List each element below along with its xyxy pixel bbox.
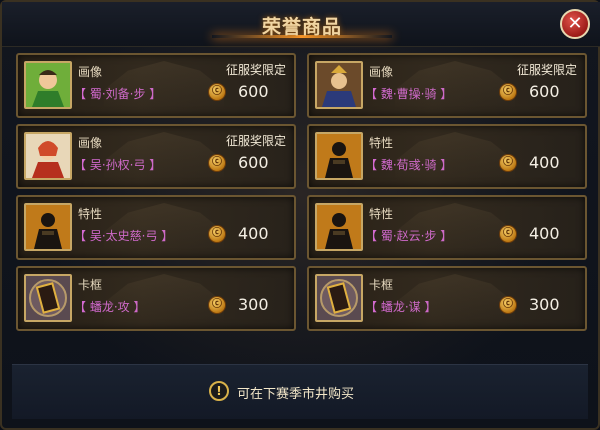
close-icon: ✕ bbox=[567, 13, 583, 34]
cao-cao-portrait bbox=[315, 61, 363, 109]
item-type: 特性 bbox=[369, 207, 394, 221]
item-type: 画像 bbox=[78, 136, 103, 150]
item-name: 【 吴·孙权·弓 】 bbox=[74, 158, 162, 172]
shop-item-card[interactable]: 特性【 蜀·赵云·步 】 ⓒ 400 bbox=[307, 195, 587, 260]
item-price: 400 bbox=[238, 224, 269, 243]
coin-icon: ⓒ bbox=[208, 154, 226, 172]
shop-item-card[interactable]: 画像【 魏·曹操·骑 】 征服奖限定 ⓒ 600 bbox=[307, 53, 587, 118]
shop-item-card[interactable]: 画像【 吴·孙权·弓 】 征服奖限定 ⓒ 600 bbox=[16, 124, 296, 189]
limited-badge: 征服奖限定 bbox=[225, 63, 286, 77]
item-name: 【 魏·荀彧·骑 】 bbox=[365, 158, 453, 172]
item-name: 【 蜀·刘备·步 】 bbox=[74, 87, 162, 101]
shop-item-card[interactable]: 特性【 魏·荀彧·骑 】 ⓒ 400 bbox=[307, 124, 587, 189]
shop-item-card[interactable]: 卡框【 蟠龙·攻 】 ⓒ 300 bbox=[16, 266, 296, 331]
trait-warrior-portrait bbox=[315, 203, 363, 251]
exclamation-icon: ! bbox=[209, 381, 229, 401]
coin-icon: ⓒ bbox=[499, 225, 517, 243]
shop-item-card[interactable]: 卡框【 蟠龙·谋 】 ⓒ 300 bbox=[307, 266, 587, 331]
header-bar: 荣誉商品 ✕ bbox=[2, 2, 600, 47]
close-button[interactable]: ✕ bbox=[560, 9, 590, 39]
honor-shop-panel: 荣誉商品 ✕ 画像【 蜀·刘备·步 】征服奖限定 ⓒ 600 画像【 魏·曹操·骑 】… bbox=[0, 0, 600, 430]
card-frame-icon bbox=[315, 274, 363, 322]
item-price: 600 bbox=[529, 82, 560, 101]
coin-icon: ⓒ bbox=[208, 83, 226, 101]
sun-quan-portrait bbox=[24, 132, 72, 180]
coin-icon: ⓒ bbox=[499, 154, 517, 172]
coin-icon: ⓒ bbox=[208, 296, 226, 314]
item-price: 300 bbox=[238, 295, 269, 314]
footer-notice: ! 可在下赛季市井购买 bbox=[12, 364, 588, 419]
item-name: 【 魏·曹操·骑 】 bbox=[365, 87, 453, 101]
item-type: 特性 bbox=[78, 207, 103, 221]
item-price: 300 bbox=[529, 295, 560, 314]
card-frame-icon bbox=[24, 274, 72, 322]
coin-icon: ⓒ bbox=[208, 225, 226, 243]
limited-badge: 征服奖限定 bbox=[225, 134, 286, 148]
limited-badge: 征服奖限定 bbox=[516, 63, 577, 77]
liu-bei-portrait bbox=[24, 61, 72, 109]
item-name: 【 吴·太史慈·弓 】 bbox=[74, 229, 174, 243]
item-name: 【 蟠龙·谋 】 bbox=[365, 300, 437, 314]
item-type: 画像 bbox=[78, 65, 103, 79]
item-name: 【 蟠龙·攻 】 bbox=[74, 300, 146, 314]
item-price: 600 bbox=[238, 82, 269, 101]
item-type: 卡框 bbox=[369, 278, 394, 292]
item-name: 【 蜀·赵云·步 】 bbox=[365, 229, 453, 243]
page-title: 荣誉商品 bbox=[261, 16, 342, 38]
item-type: 特性 bbox=[369, 136, 394, 150]
item-price: 400 bbox=[529, 224, 560, 243]
shop-item-card[interactable]: 特性【 吴·太史慈·弓 】 ⓒ 400 bbox=[16, 195, 296, 260]
trait-warrior-portrait bbox=[24, 203, 72, 251]
item-price: 400 bbox=[529, 153, 560, 172]
item-price: 600 bbox=[238, 153, 269, 172]
shop-item-card[interactable]: 画像【 蜀·刘备·步 】 征服奖限定 ⓒ 600 bbox=[16, 53, 296, 118]
item-type: 画像 bbox=[369, 65, 394, 79]
notice-text: 可在下赛季市井购买 bbox=[237, 387, 355, 402]
coin-icon: ⓒ bbox=[499, 83, 517, 101]
coin-icon: ⓒ bbox=[499, 296, 517, 314]
item-type: 卡框 bbox=[78, 278, 103, 292]
trait-warrior-portrait bbox=[315, 132, 363, 180]
